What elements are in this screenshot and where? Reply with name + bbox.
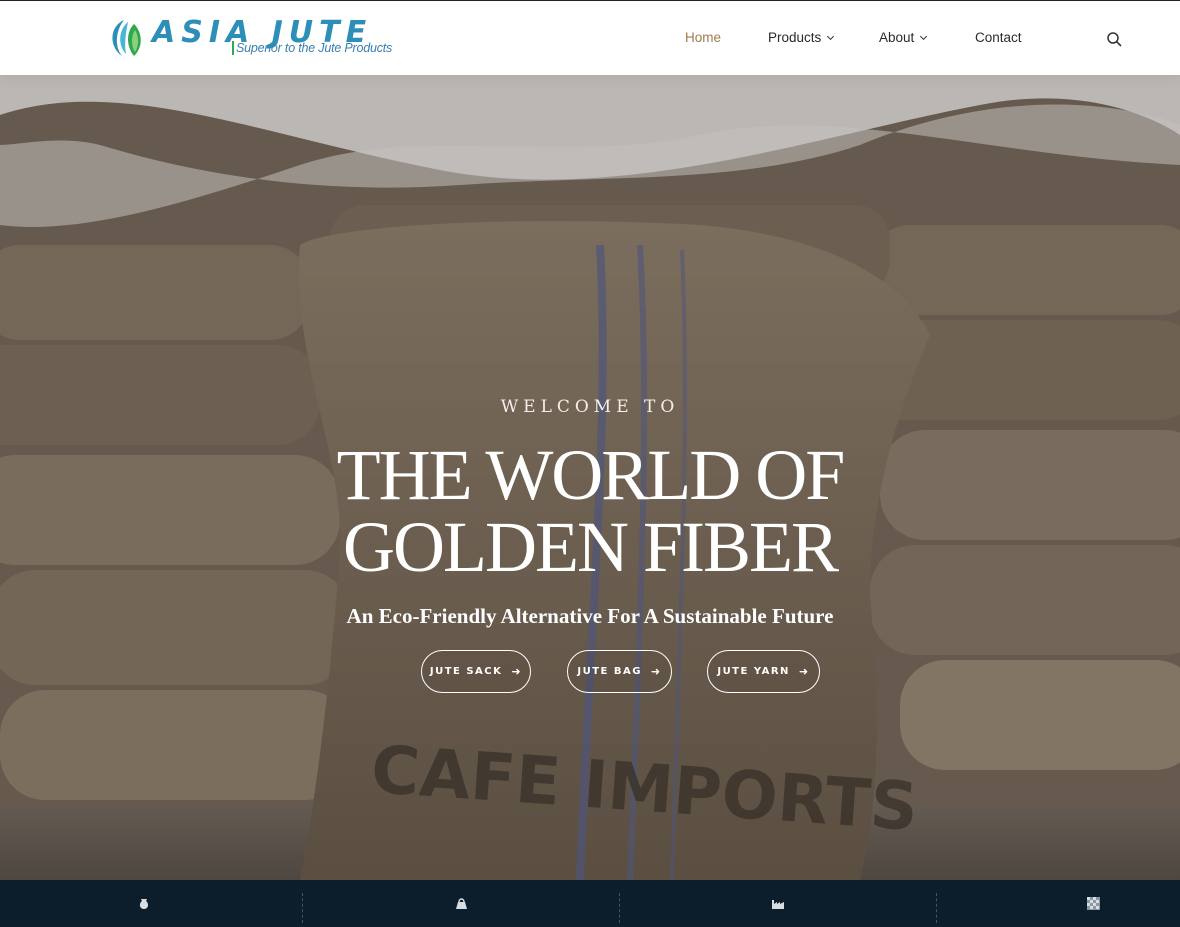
main-nav: Home Products About Contact bbox=[0, 1, 1180, 76]
hero-title-line2: GOLDEN FIBER bbox=[343, 507, 839, 587]
nav-about[interactable]: About bbox=[879, 30, 928, 45]
nav-about-label: About bbox=[879, 30, 915, 45]
site-header: ASIA JUTE Superior to the Jute Products … bbox=[0, 0, 1180, 75]
chevron-down-icon bbox=[920, 32, 928, 41]
feature-bag[interactable] bbox=[303, 880, 619, 927]
feature-pattern[interactable] bbox=[937, 880, 1180, 927]
nav-products-label: Products bbox=[768, 30, 822, 45]
jute-yarn-label: JUTE YARN bbox=[717, 666, 790, 677]
jute-yarn-button[interactable]: JUTE YARN ➜ bbox=[707, 650, 820, 693]
jute-bag-button[interactable]: JUTE BAG ➜ bbox=[567, 650, 672, 693]
hero-content: WELCOME TO THE WORLD OF GOLDEN FIBER An … bbox=[0, 75, 1180, 880]
search-icon[interactable] bbox=[1106, 31, 1122, 47]
feature-sack[interactable] bbox=[0, 880, 288, 927]
nav-contact-label: Contact bbox=[975, 30, 1022, 45]
hero-eyebrow: WELCOME TO bbox=[500, 397, 680, 417]
pattern-icon bbox=[1087, 897, 1100, 910]
jute-sack-button[interactable]: JUTE SACK ➜ bbox=[421, 650, 531, 693]
hero-section: CAFE IMPORTS WELCOME TO THE WORLD OF GOL… bbox=[0, 75, 1180, 880]
chevron-down-icon bbox=[827, 32, 835, 41]
jute-sack-label: JUTE SACK bbox=[429, 666, 503, 677]
arrow-right-icon: ➜ bbox=[650, 665, 662, 678]
nav-products[interactable]: Products bbox=[768, 30, 835, 45]
bag-icon bbox=[455, 898, 467, 909]
hero-subtitle: An Eco-Friendly Alternative For A Sustai… bbox=[346, 604, 834, 628]
jute-bag-label: JUTE BAG bbox=[577, 666, 642, 677]
hero-title-line1: THE WORLD OF bbox=[336, 435, 846, 515]
feature-factory[interactable] bbox=[620, 880, 936, 927]
nav-home-label: Home bbox=[685, 30, 722, 45]
arrow-right-icon: ➜ bbox=[511, 665, 523, 678]
nav-contact[interactable]: Contact bbox=[975, 30, 1022, 45]
factory-icon bbox=[772, 899, 784, 909]
nav-home[interactable]: Home bbox=[685, 30, 721, 45]
arrow-right-icon: ➜ bbox=[798, 665, 810, 678]
hero-title: THE WORLD OF GOLDEN FIBER bbox=[0, 439, 1180, 583]
sack-icon bbox=[139, 899, 149, 909]
feature-bar bbox=[0, 880, 1180, 927]
